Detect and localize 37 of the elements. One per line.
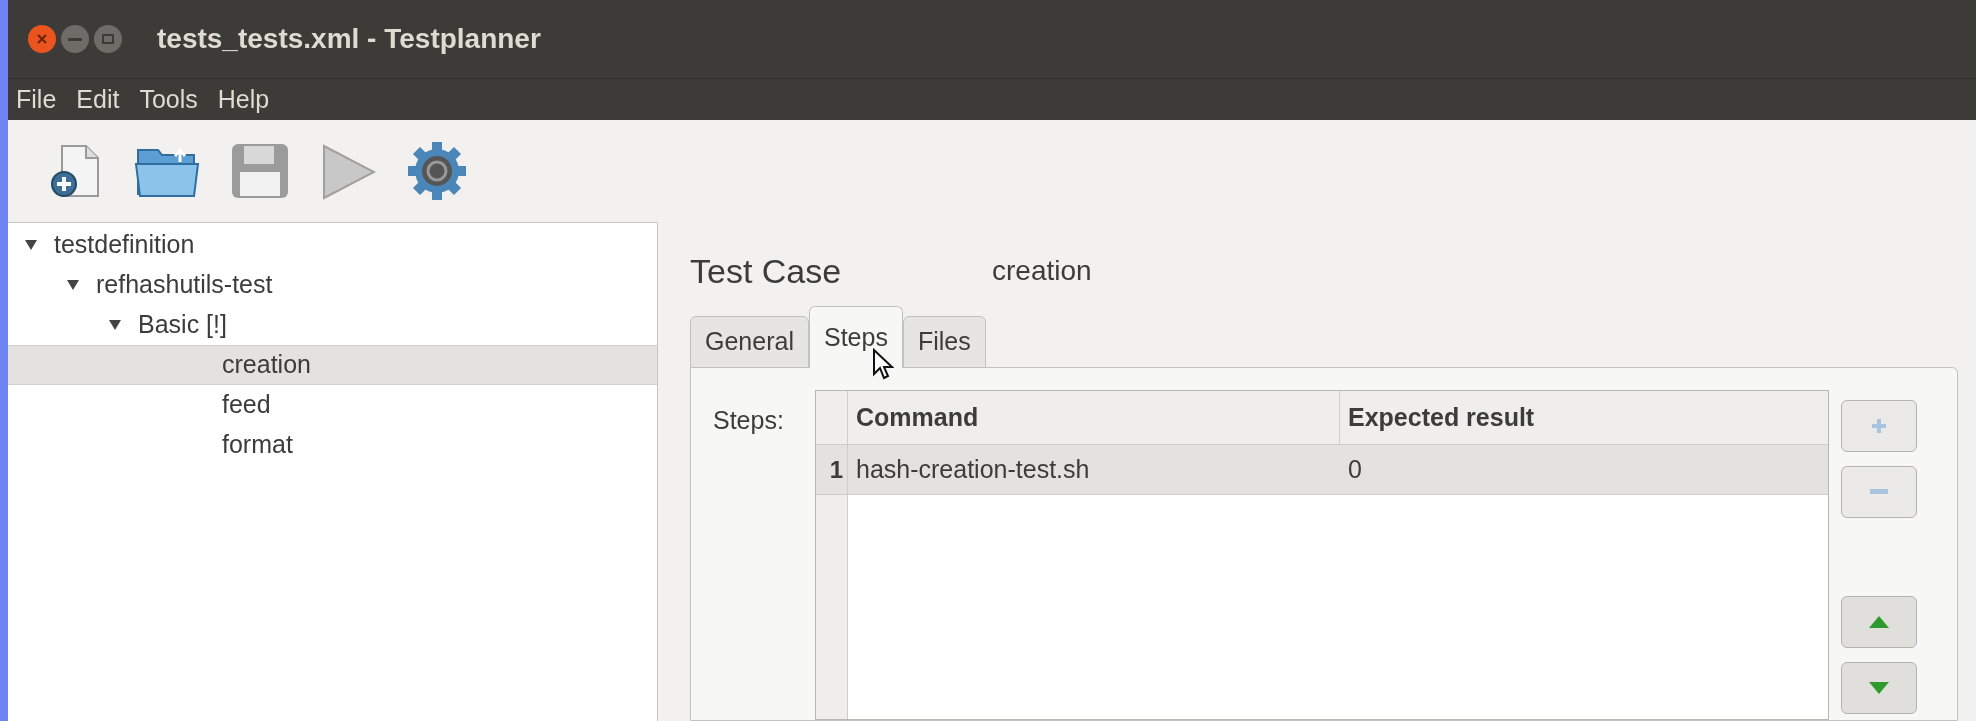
table-cell-text: hash-creation-test.sh [855, 453, 1091, 485]
gear-icon[interactable] [406, 140, 468, 202]
minimize-icon[interactable] [61, 25, 89, 53]
expanded-arrow-icon[interactable] [24, 239, 38, 251]
section-heading: Test Case [690, 250, 843, 292]
tree-item[interactable]: testdefinition [8, 225, 657, 265]
move-down-button[interactable] [1841, 662, 1917, 714]
close-icon[interactable] [28, 25, 56, 53]
tree-item[interactable]: creation [8, 345, 657, 385]
tree-item[interactable]: refhashutils-test [8, 265, 657, 305]
column-header[interactable]: Expected result [1340, 391, 1828, 444]
down-triangle-icon [1868, 681, 1890, 695]
test-case-name: creation [992, 254, 1092, 288]
plus-icon [1871, 418, 1887, 434]
expanded-arrow-icon[interactable] [108, 319, 122, 331]
window-title: tests_tests.xml - Testplanner [157, 22, 541, 56]
minus-icon [1870, 489, 1888, 495]
move-up-button[interactable] [1841, 596, 1917, 648]
menu-item[interactable]: File [16, 80, 57, 119]
up-triangle-icon [1868, 615, 1890, 629]
tree-item[interactable]: Basic [!] [8, 305, 657, 345]
steps-label: Steps: [713, 405, 785, 436]
column-header[interactable]: Command [848, 391, 1340, 444]
tab[interactable]: General [690, 316, 809, 368]
expanded-arrow-icon[interactable] [66, 279, 80, 291]
menu-item[interactable]: Tools [139, 80, 198, 119]
maximize-icon[interactable] [94, 25, 122, 53]
tab[interactable]: Steps [808, 306, 903, 368]
table-row[interactable]: 1 hash-creation-test.sh 0 [816, 445, 1828, 495]
tree-item[interactable]: feed [8, 385, 657, 425]
row-number: 1 [816, 445, 848, 494]
menu-item[interactable]: Help [217, 80, 270, 119]
tree-item[interactable]: format [8, 425, 657, 465]
play-icon[interactable] [320, 142, 376, 200]
menu-item[interactable]: Edit [76, 80, 120, 119]
tab[interactable]: Files [902, 316, 986, 368]
table-cell-text: 0 [1347, 453, 1363, 485]
